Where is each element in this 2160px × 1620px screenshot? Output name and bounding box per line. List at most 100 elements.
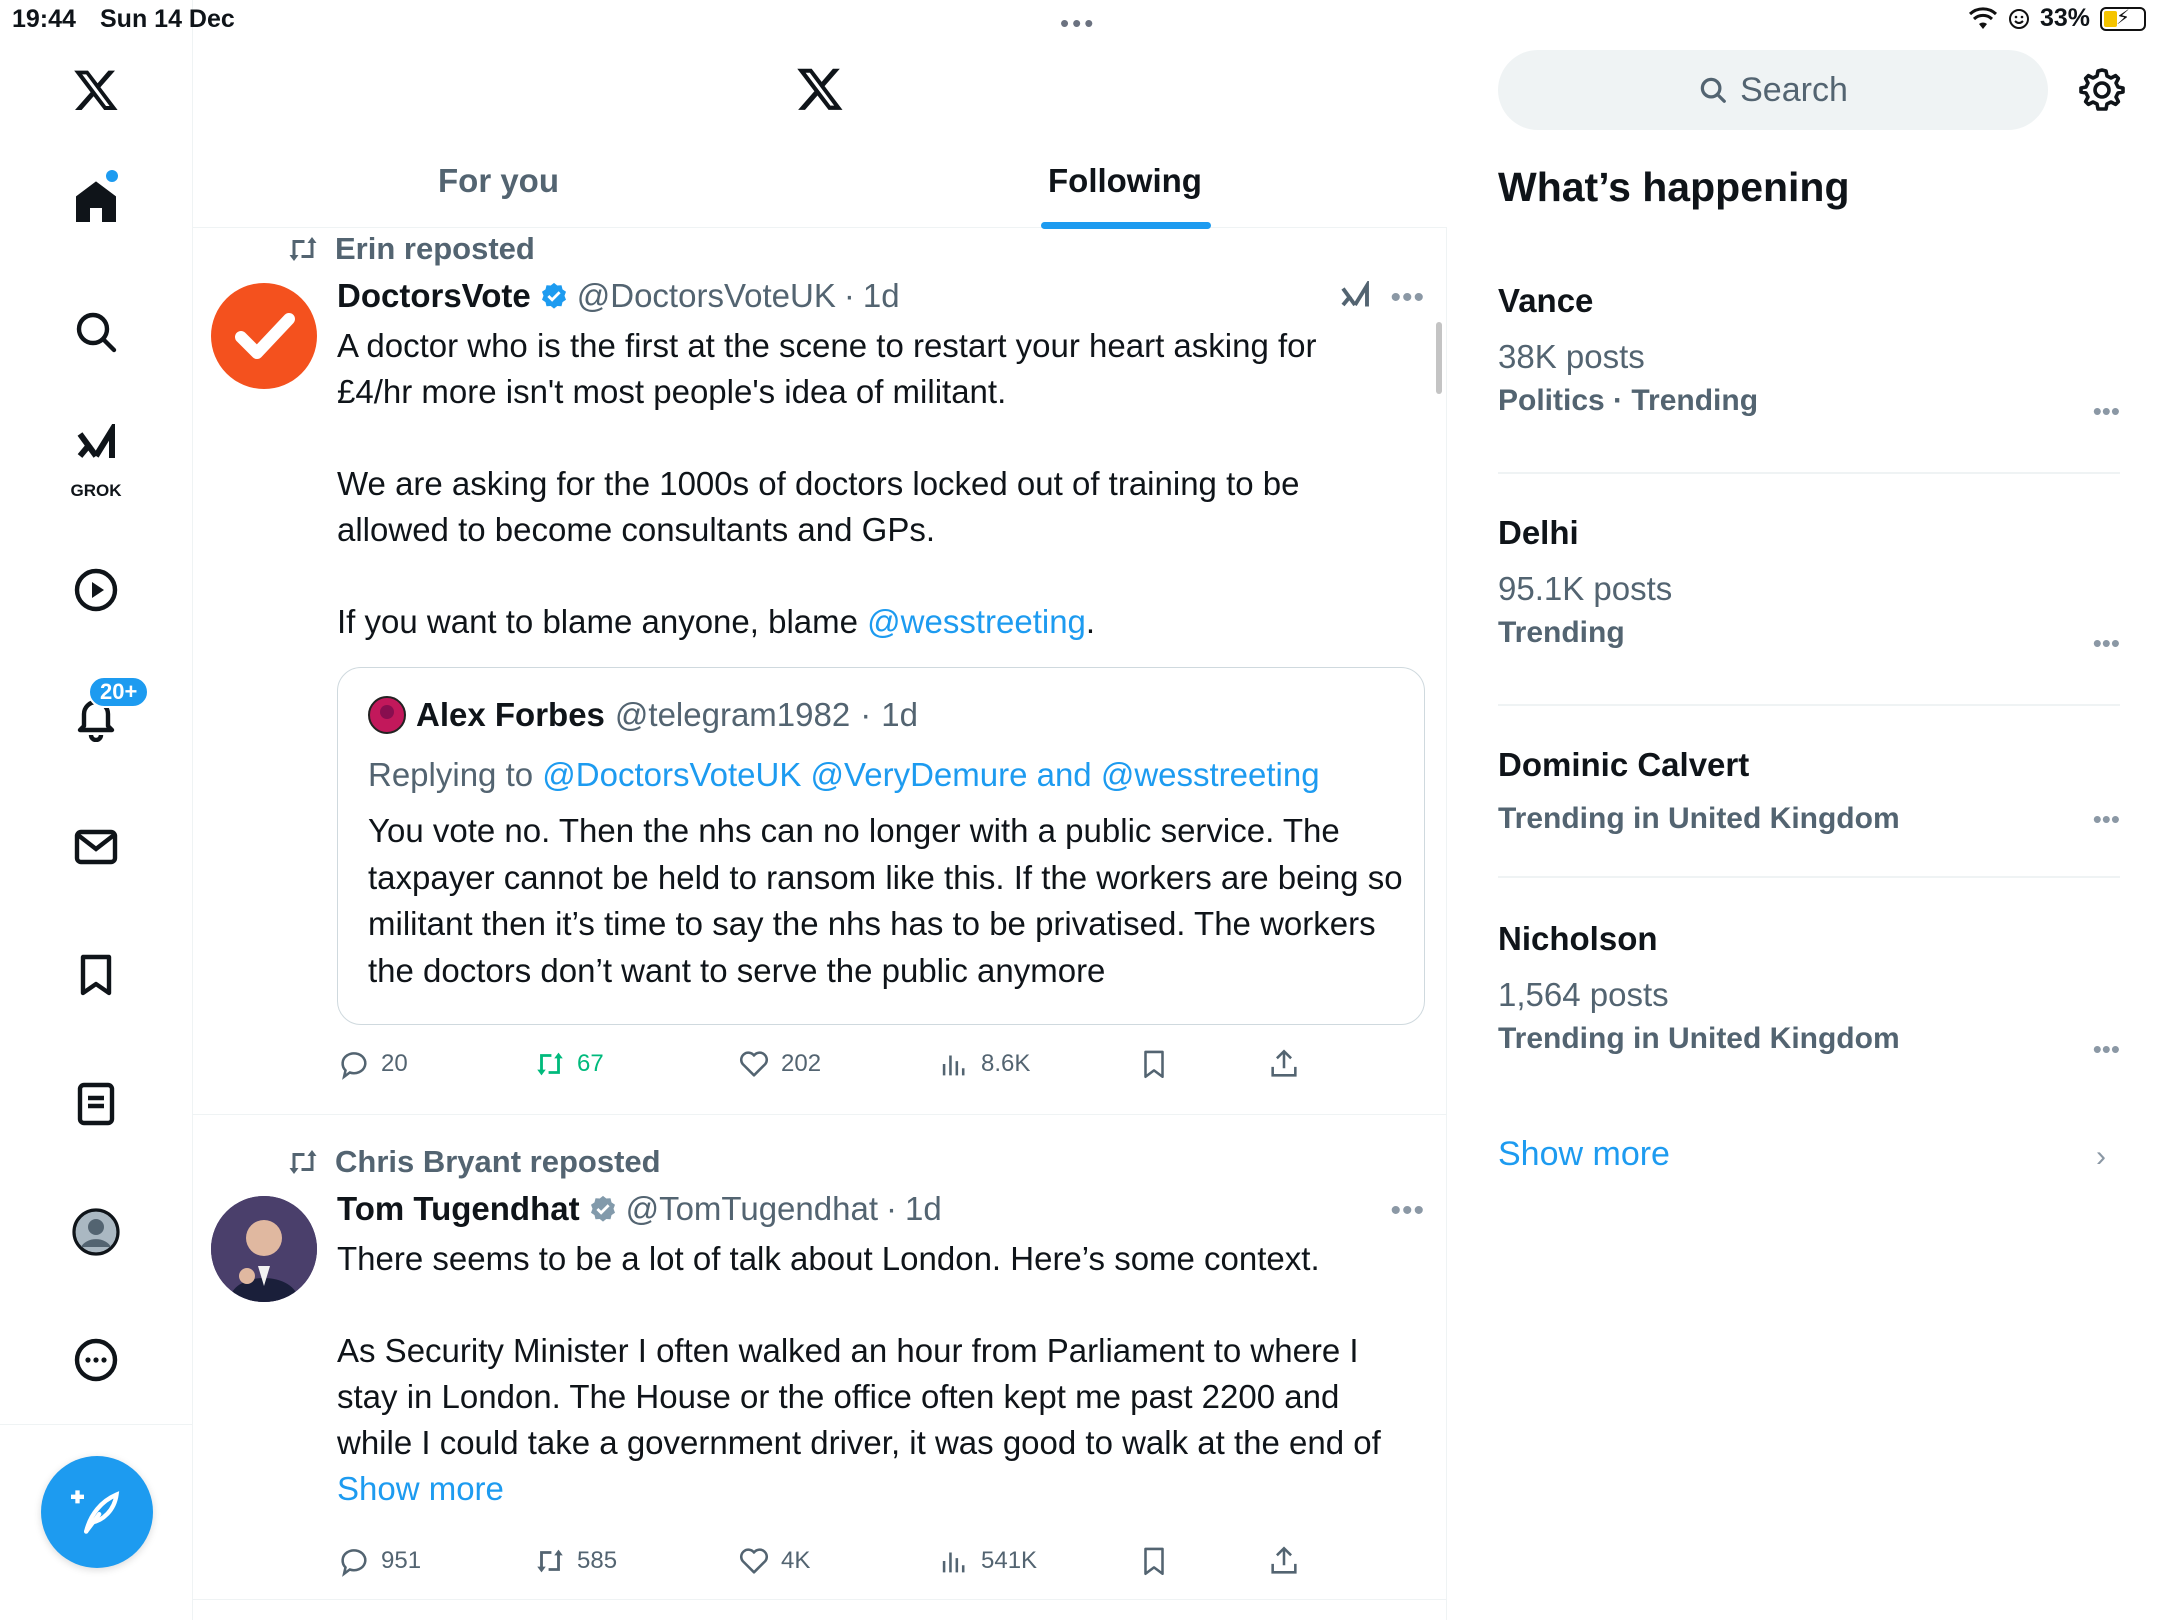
active-tab-indicator [1041,222,1211,229]
avatar[interactable] [211,1196,317,1302]
view-count: 541K [981,1547,1038,1574]
tweet[interactable]: Chris Bryant reposted Tom Tugendhat @Tom… [193,1116,1447,1600]
reply-count: 20 [381,1050,408,1077]
quoted-tweet[interactable]: Alex Forbes @telegram1982 · 1d Replying … [337,667,1425,1025]
trend-category: Trending [1498,616,1625,649]
compose-post-button[interactable] [41,1456,153,1568]
x-logo-home-link[interactable] [46,40,146,140]
text-fragment: If you want to blame anyone, blame [337,603,868,640]
nav-search[interactable] [46,282,146,382]
status-indicators: 33% ⚡ [1968,4,2146,33]
repost-count: 585 [577,1547,618,1574]
nav-home[interactable] [46,152,146,252]
bookmark-icon [1144,1050,1164,1079]
quote-author-name[interactable]: Alex Forbes [416,696,605,734]
divider [1498,472,2120,474]
x-logo-icon [797,68,843,110]
more-options-icon[interactable]: ••• [1390,281,1425,315]
tweet-actions: 951 585 4K 541K [337,1544,1337,1588]
tweet[interactable]: Erin reposted DoctorsVote @DoctorsVoteUK… [193,229,1447,1115]
nav-lists[interactable] [46,1054,146,1154]
separator-dot: · [860,696,872,733]
views-button[interactable]: 8.6K [937,1047,1030,1081]
separator-dot: · [843,277,855,314]
section-title: What’s happening [1498,164,1850,210]
unread-dot [106,170,118,182]
bookmark-button[interactable] [1137,1047,1171,1081]
trend-more-icon[interactable]: ••• [2093,804,2120,835]
repost-label: Erin reposted [335,231,535,266]
reply-bubble-icon [341,1052,367,1080]
bookmark-button[interactable] [1137,1544,1171,1578]
trend-item[interactable]: Dominic Calvert Trending in United Kingd… [1498,746,2120,836]
trend-item[interactable]: Delhi 95.1K posts Trending ••• [1498,514,2120,658]
reply-count: 951 [381,1547,422,1574]
more-circle-icon [74,1338,118,1382]
repost-button[interactable]: 585 [533,1544,617,1578]
grok-icon[interactable] [1337,281,1373,317]
repost-label: Chris Bryant reposted [335,1144,661,1179]
gear-icon[interactable] [2078,66,2126,114]
quote-author-handle[interactable]: @telegram1982 [615,696,850,734]
heart-icon [739,1051,769,1077]
quote-header: Alex Forbes @telegram1982 · 1d [368,696,918,734]
status-date: Sun 14 Dec [100,5,235,33]
views-button[interactable]: 541K [937,1544,1037,1578]
trend-more-icon[interactable]: ••• [2093,396,2120,427]
search-icon [76,312,117,353]
like-button[interactable]: 202 [737,1047,821,1081]
share-button[interactable] [1267,1544,1301,1578]
replying-prefix: Replying to [368,756,543,793]
chevron-right-icon[interactable]: › [2096,1140,2106,1174]
show-more-link[interactable]: Show more [1498,1135,1670,1174]
divider [1498,876,2120,878]
tab-for-you[interactable]: For you [438,162,559,200]
list-document-icon [77,1082,115,1126]
reply-button[interactable]: 951 [337,1544,421,1578]
avatar[interactable] [211,283,317,389]
tab-following[interactable]: Following [1048,162,1202,200]
author-name[interactable]: Tom Tugendhat [337,1190,580,1228]
scrollbar-thumb[interactable] [1436,322,1442,394]
trend-item[interactable]: Vance 38K posts Politics · Trending ••• [1498,282,2120,426]
nav-messages[interactable] [46,797,146,897]
quote-avatar[interactable] [368,696,406,734]
more-options-icon[interactable]: ••• [1390,1194,1425,1228]
author-handle[interactable]: @DoctorsVoteUK [577,277,836,315]
nav-bookmarks[interactable] [46,925,146,1025]
share-button[interactable] [1267,1047,1301,1081]
nav-profile[interactable] [46,1182,146,1282]
repost-icon [289,1150,317,1174]
show-more-link[interactable]: Show more [337,1470,504,1507]
search-placeholder: Search [1740,70,1848,109]
like-button[interactable]: 4K [737,1544,810,1578]
author-name[interactable]: DoctorsVote [337,277,531,315]
nav-notifications[interactable]: 20+ [46,668,150,768]
reply-button[interactable]: 20 [337,1047,408,1081]
status-time: 19:44 [12,5,76,33]
trend-category: Politics · Trending [1498,384,1759,417]
post-time[interactable]: 1d [863,277,900,315]
bookmark-icon [80,954,112,996]
trend-more-icon[interactable]: ••• [2093,1034,2120,1065]
search-input[interactable]: Search [1498,50,2048,130]
separator-dot: · [886,1190,897,1227]
tweet-paragraph: A doctor who is the first at the scene t… [337,327,1317,410]
repost-button[interactable]: 67 [533,1047,604,1081]
nav-grok[interactable]: GROK [46,405,146,515]
author-handle[interactable]: @TomTugendhat [626,1190,878,1228]
verified-badge-icon [541,282,566,309]
divider [1498,704,2120,706]
multitasking-dots-icon[interactable]: ••• [1060,8,1096,39]
reply-bubble-icon [341,1549,367,1577]
nav-video[interactable] [46,540,146,640]
replying-to-mentions[interactable]: @DoctorsVoteUK @VeryDemure and @wesstree… [542,756,1319,793]
nav-more[interactable] [46,1310,146,1410]
trend-more-icon[interactable]: ••• [2093,628,2120,659]
status-bar: 19:44 Sun 14 Dec ••• 33% ⚡ [0,0,2160,40]
trend-name: Dominic Calvert [1498,746,1750,783]
trend-item[interactable]: Nicholson 1,564 posts Trending in United… [1498,920,2120,1064]
mention-link[interactable]: @wesstreeting [867,603,1086,640]
post-time[interactable]: 1d [905,1190,942,1228]
search-icon [1700,77,1726,103]
